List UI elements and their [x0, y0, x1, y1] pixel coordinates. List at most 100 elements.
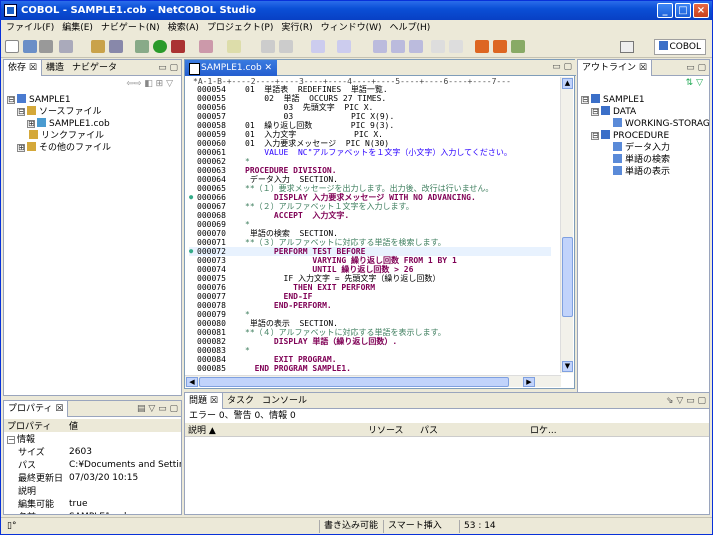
- problem-header-description[interactable]: 説明 ▲: [185, 423, 365, 437]
- pencil-icon[interactable]: [199, 40, 213, 53]
- menu-item-6[interactable]: ウィンドウ(W): [318, 20, 385, 36]
- editor-horizontal-scrollbar[interactable]: ◀ ▶: [185, 375, 561, 387]
- breakpoint-marker-icon[interactable]: [189, 121, 197, 130]
- code-line[interactable]: 000057 03 PIC X(9).: [189, 112, 551, 121]
- run-icon[interactable]: [153, 40, 167, 53]
- paste-icon[interactable]: [409, 40, 423, 53]
- code-line[interactable]: 000080 単語の表示 SECTION.: [189, 319, 551, 328]
- breakpoint-marker-icon[interactable]: [189, 166, 197, 175]
- tree-item[interactable]: 単語の検索: [581, 154, 709, 166]
- code-line[interactable]: 000076 THEN EXIT PERFORM: [189, 283, 551, 292]
- search-icon[interactable]: [91, 40, 105, 53]
- tab-sample1-cob[interactable]: SAMPLE1.cob ✕: [185, 60, 278, 76]
- tree-item[interactable]: ⊟ PROCEDURE: [581, 130, 709, 142]
- tree-item[interactable]: ⊟ ソースファイル: [7, 106, 181, 118]
- undo-icon[interactable]: [431, 40, 445, 53]
- problem-header-path[interactable]: パス: [417, 423, 527, 437]
- left-tab-2[interactable]: ナビゲータ: [68, 60, 121, 76]
- code-line[interactable]: 000077 END-IF: [189, 292, 551, 301]
- copy-icon[interactable]: [391, 40, 405, 53]
- expand-toggle-icon[interactable]: ⊟: [591, 108, 599, 116]
- close-button[interactable]: ×: [693, 3, 709, 18]
- code-line[interactable]: 000071 **（３）アルファベットに対応する単語を検索します。: [189, 238, 551, 247]
- breakpoint-marker-icon[interactable]: [189, 364, 197, 372]
- breakpoint-marker-icon[interactable]: [189, 337, 197, 346]
- breakpoint-marker-icon[interactable]: [189, 103, 197, 112]
- breakpoint-marker-icon[interactable]: ●: [189, 247, 197, 256]
- save-icon[interactable]: [23, 40, 37, 53]
- code-line[interactable]: 000064 データ入力 SECTION.: [189, 175, 551, 184]
- compile-icon[interactable]: [475, 40, 489, 53]
- editor-maximize-icon[interactable]: ▭ ▢: [552, 62, 572, 72]
- rebuild-icon[interactable]: [493, 40, 507, 53]
- new-icon[interactable]: [5, 40, 19, 53]
- scroll-down-icon[interactable]: ▼: [562, 361, 573, 372]
- code-line[interactable]: 000081 **（４）アルファベットに対応する単語を表示します。: [189, 328, 551, 337]
- breakpoint-marker-icon[interactable]: [189, 346, 197, 355]
- breakpoint-marker-icon[interactable]: [189, 355, 197, 364]
- next-annotation-icon[interactable]: [279, 40, 293, 53]
- menu-item-1[interactable]: 編集(E): [59, 20, 96, 36]
- breakpoint-marker-icon[interactable]: [189, 319, 197, 328]
- breakpoint-marker-icon[interactable]: [189, 202, 197, 211]
- tab-outline[interactable]: アウトライン ☒: [578, 60, 652, 76]
- breakpoint-marker-icon[interactable]: [189, 238, 197, 247]
- breakpoint-marker-icon[interactable]: [189, 310, 197, 319]
- code-line[interactable]: 000082 DISPLAY 単語（繰り返し回数）.: [189, 337, 551, 346]
- breakpoint-marker-icon[interactable]: [189, 139, 197, 148]
- fast-view-icon[interactable]: ▯°: [7, 518, 16, 534]
- back-icon[interactable]: [311, 40, 325, 53]
- code-line[interactable]: 000062 *: [189, 157, 551, 166]
- editor-vertical-scrollbar[interactable]: ▲ ▼: [560, 77, 573, 373]
- property-row[interactable]: 編集可能 true: [4, 497, 181, 511]
- tree-item[interactable]: ⊞ SAMPLE1.cob: [7, 118, 181, 130]
- code-line[interactable]: ● 000066 DISPLAY 入力要求メッセージ WITH NO ADVANC…: [189, 193, 551, 202]
- minimize-panel-icon[interactable]: ▭ ▢: [158, 60, 178, 76]
- tree-item[interactable]: ⊟ SAMPLE1: [581, 94, 709, 106]
- external-tools-icon[interactable]: [171, 40, 185, 53]
- code-line[interactable]: 000073 VARYING 繰り返し回数 FROM 1 BY 1: [189, 256, 551, 265]
- code-line[interactable]: 000084 EXIT PROGRAM.: [189, 355, 551, 364]
- tab-properties[interactable]: プロパティ ☒: [4, 401, 69, 417]
- left-tab-1[interactable]: 構造: [42, 60, 68, 76]
- property-row[interactable]: 説明: [4, 484, 181, 497]
- problems-view-menu-icon[interactable]: ⇘ ▽ ▭ ▢: [666, 393, 706, 409]
- scroll-up-icon[interactable]: ▲: [562, 78, 573, 89]
- breakpoint-marker-icon[interactable]: [189, 265, 197, 274]
- perspective-cobol-button[interactable]: COBOL: [653, 39, 706, 55]
- code-line[interactable]: 000074 UNTIL 繰り返し回数 > 26: [189, 265, 551, 274]
- breakpoint-marker-icon[interactable]: [189, 229, 197, 238]
- redo-icon[interactable]: [449, 40, 463, 53]
- properties-view-menu-icon[interactable]: ▤ ▽ ▭ ▢: [137, 401, 178, 417]
- breakpoint-marker-icon[interactable]: [189, 148, 197, 157]
- source-code[interactable]: 000054 01 単語表 REDEFINES 単語一覧. 000055 02 単語…: [189, 85, 551, 372]
- tree-item[interactable]: リンクファイル: [7, 130, 181, 142]
- code-line[interactable]: 000075 IF 入力文字 = 先頭文字（繰り返し回数）: [189, 274, 551, 283]
- tree-item[interactable]: ⊟ DATA: [581, 106, 709, 118]
- bottom-tab-2[interactable]: コンソール: [258, 393, 311, 409]
- problem-header-resource[interactable]: リソース: [365, 423, 417, 437]
- outline-minimize-icon[interactable]: ▭ ▢: [686, 60, 706, 76]
- menu-item-4[interactable]: プロジェクト(P): [204, 20, 276, 36]
- bottom-tab-1[interactable]: タスク: [223, 393, 258, 409]
- prop-group[interactable]: − 情報: [4, 432, 181, 445]
- breakpoint-marker-icon[interactable]: ●: [189, 193, 197, 202]
- expand-toggle-icon[interactable]: ⊟: [591, 132, 599, 140]
- open-perspective-icon[interactable]: [620, 41, 634, 53]
- menu-item-2[interactable]: ナビゲート(N): [98, 20, 163, 36]
- menu-item-0[interactable]: ファイル(F): [3, 20, 57, 36]
- code-line[interactable]: 000068 ACCEPT 入力文字.: [189, 211, 551, 220]
- code-line[interactable]: 000063 PROCEDURE DIVISION.: [189, 166, 551, 175]
- link-icon[interactable]: [511, 40, 525, 53]
- collapse-icon[interactable]: −: [7, 436, 15, 444]
- breakpoint-marker-icon[interactable]: [189, 220, 197, 229]
- code-line[interactable]: 000085 END PROGRAM SAMPLE1.: [189, 364, 551, 372]
- left-tab-0[interactable]: 依存 ☒: [4, 60, 42, 76]
- expand-toggle-icon[interactable]: ⊟: [581, 96, 589, 104]
- breakpoint-marker-icon[interactable]: [189, 328, 197, 337]
- property-row[interactable]: サイズ 2603: [4, 445, 181, 459]
- code-line[interactable]: 000070 単語の検索 SECTION.: [189, 229, 551, 238]
- open-type-icon[interactable]: [227, 40, 241, 53]
- code-line[interactable]: 000058 01 繰り返し回数 PIC 9(3).: [189, 121, 551, 130]
- breakpoint-marker-icon[interactable]: [189, 130, 197, 139]
